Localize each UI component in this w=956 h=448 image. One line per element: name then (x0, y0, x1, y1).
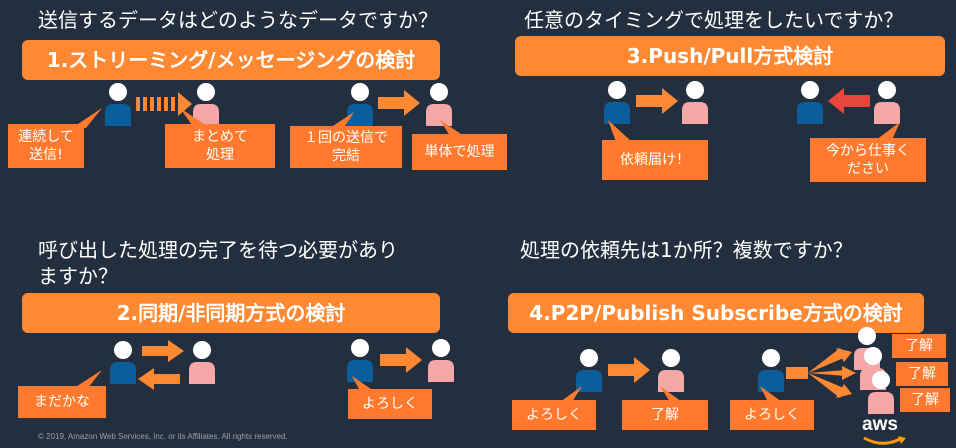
person-sender-icon (604, 81, 630, 124)
bubble-waiting: まだかな (18, 386, 106, 418)
person-receiver-icon (682, 81, 708, 124)
arrow-right-icon (142, 340, 184, 362)
question-3: 任意のタイミングで処理をしたいですか？ (524, 8, 904, 32)
arrow-right-icon (378, 90, 420, 116)
bubble-ack-3: 了解 (900, 388, 950, 412)
bubble-single-process: 単体で処理 (412, 134, 507, 170)
banner-push-pull: 3.Push/Pull方式検討 (515, 36, 945, 76)
copyright-text: © 2019, Amazon Web Services, Inc. or its… (38, 432, 288, 441)
arrow-right-icon (636, 88, 678, 114)
bubble-push-request: 依頼届け！ (602, 140, 708, 180)
bubble-single-send: １回の送信で 完結 (290, 126, 402, 168)
bubble-p2p-ack: 了解 (622, 400, 708, 430)
bubble-ack-2: 了解 (896, 362, 948, 386)
bubble-tail (330, 112, 354, 128)
bubble-tail (876, 122, 900, 140)
arrow-right-icon (608, 357, 650, 383)
person-receiver-icon (189, 341, 215, 384)
arrow-left-icon (138, 368, 180, 390)
person-receiver-icon (874, 81, 900, 124)
person-sender-icon (110, 341, 136, 384)
bubble-tail (560, 386, 582, 402)
bubble-tail (74, 370, 102, 388)
arrow-right-icon (380, 347, 422, 373)
bubble-tail (660, 386, 682, 402)
aws-smile-icon (863, 436, 906, 445)
bubble-request: よろしく (348, 389, 432, 419)
bubble-tail (608, 120, 632, 142)
aws-logo-text: aws (862, 414, 898, 435)
question-2-line1: 呼び出した処理の完了を待つ必要があり (38, 238, 398, 262)
bubble-tail (760, 386, 782, 402)
question-4: 処理の依頼先は1か所？複数ですか？ (520, 238, 853, 262)
bubble-tail (180, 108, 210, 128)
banner-sync-async: 2.同期/非同期方式の検討 (22, 293, 440, 333)
arrow-left-red-icon (828, 88, 870, 114)
bubble-pull-request: 今から仕事く ださい (810, 138, 926, 182)
person-subscriber-icon (868, 371, 894, 414)
bubble-p2p-request: よろしく (512, 400, 596, 430)
bubble-ack-1: 了解 (892, 334, 946, 358)
fanout-arrow-icon (786, 348, 856, 398)
question-2-line2: ますか？ (38, 264, 118, 288)
question-1: 送信するデータはどのようなデータですか？ (38, 8, 438, 32)
bubble-pubsub-request: よろしく (730, 400, 814, 430)
person-sender-icon (797, 81, 823, 124)
bubble-tail (440, 120, 464, 136)
bubble-batch: まとめて 処理 (165, 124, 275, 168)
bubble-tail (352, 376, 374, 391)
aws-logo: aws (862, 414, 906, 445)
person-receiver-icon (428, 339, 454, 382)
banner-streaming: 1.ストリーミング/メッセージングの検討 (22, 40, 440, 80)
bubble-tail (72, 108, 102, 128)
bubble-continuous: 連続して 送信! (8, 124, 84, 168)
person-sender-icon (105, 83, 131, 126)
